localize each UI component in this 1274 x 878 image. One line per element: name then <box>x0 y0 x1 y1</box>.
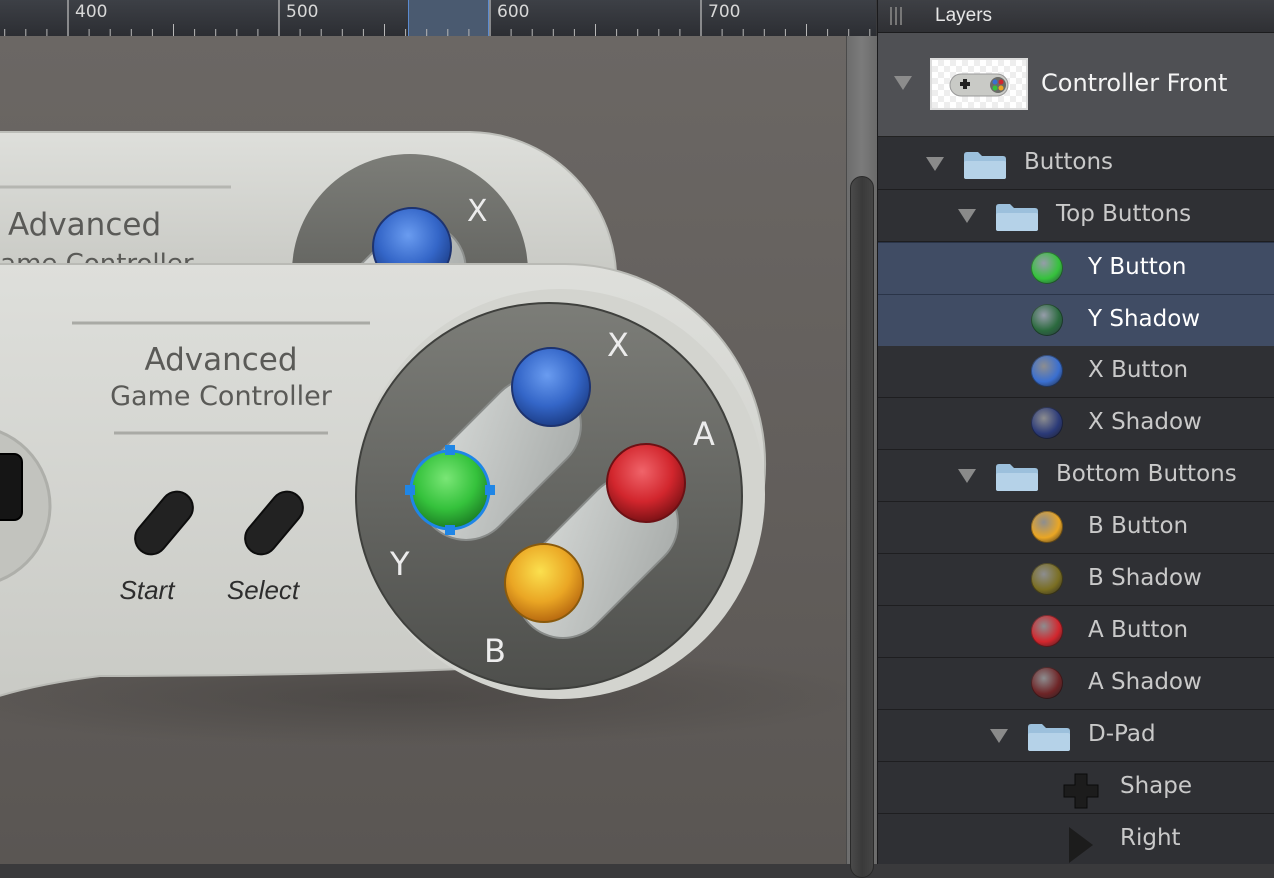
folder-icon <box>994 462 1040 492</box>
layers-panel-header: Layers <box>878 0 1274 33</box>
layer-row[interactable]: Shape <box>878 762 1274 814</box>
triangle-shape-icon <box>1063 823 1103 863</box>
ruler-label: 500 <box>286 2 319 22</box>
color-dot-icon <box>1031 511 1063 543</box>
layer-name: Right <box>1120 825 1181 851</box>
controller-artwork: Advanced Game Controller X Advanced Game… <box>0 131 846 746</box>
layer-row[interactable]: X Button <box>878 346 1274 398</box>
layer-row[interactable]: Top Buttons <box>878 190 1274 242</box>
color-dot-icon <box>1031 407 1063 439</box>
layer-row[interactable]: Buttons <box>878 138 1274 190</box>
layer-name: Bottom Buttons <box>1056 461 1237 487</box>
horizontal-ruler[interactable]: 400 500 600 700 <box>0 0 876 37</box>
layer-row[interactable]: B Shadow <box>878 554 1274 606</box>
ruler-label: 700 <box>708 2 741 22</box>
layer-name: B Shadow <box>1088 565 1202 591</box>
color-dot-icon <box>1031 615 1063 647</box>
layer-name-root: Controller Front <box>1041 69 1228 97</box>
design-canvas[interactable]: Advanced Game Controller X Advanced Game… <box>0 36 846 864</box>
controller-title-line1: Advanced <box>144 342 297 378</box>
folder-icon <box>994 202 1040 232</box>
b-button[interactable] <box>504 543 584 623</box>
layer-name: D-Pad <box>1088 721 1156 747</box>
layer-name: Shape <box>1120 773 1193 799</box>
layer-row[interactable]: Right <box>878 814 1274 864</box>
y-button[interactable] <box>409 449 491 531</box>
layer-row-root[interactable]: Controller Front <box>878 33 1274 137</box>
folder-icon <box>1026 722 1072 752</box>
a-button[interactable] <box>606 443 686 523</box>
layer-name: X Button <box>1088 357 1189 383</box>
ruler-label: 400 <box>75 2 108 22</box>
layer-row[interactable]: D-Pad <box>878 710 1274 762</box>
folder-icon <box>962 150 1008 180</box>
layer-name: B Button <box>1088 513 1189 539</box>
ruler-ticks <box>4 0 871 36</box>
letter-y: Y <box>389 545 410 583</box>
layer-name: Buttons <box>1024 149 1114 175</box>
letter-b: B <box>484 632 506 670</box>
layers-panel: Layers Controller Front Buttons Top Butto… <box>877 0 1274 864</box>
letter-x: X <box>607 326 629 364</box>
x-button[interactable] <box>511 347 591 427</box>
layer-name: Top Buttons <box>1056 201 1192 227</box>
disclosure-triangle-icon[interactable] <box>958 469 976 483</box>
ruler-label: 600 <box>497 2 530 22</box>
layer-thumbnail <box>930 58 1028 110</box>
canvas-vertical-scrollbar[interactable] <box>846 36 877 878</box>
layer-name: X Shadow <box>1088 409 1202 435</box>
disclosure-triangle-icon[interactable] <box>990 729 1008 743</box>
cross-shape-icon <box>1061 771 1101 811</box>
color-dot-icon <box>1031 355 1063 387</box>
panel-grip-icon[interactable] <box>890 7 904 25</box>
color-dot-icon <box>1031 563 1063 595</box>
layer-row[interactable]: X Shadow <box>878 398 1274 450</box>
layer-name: A Button <box>1088 617 1189 643</box>
layer-row[interactable]: Bottom Buttons <box>878 450 1274 502</box>
layer-name: A Shadow <box>1088 669 1202 695</box>
layer-row[interactable]: Y Shadow <box>878 294 1274 347</box>
select-label: Select <box>227 575 301 605</box>
disclosure-triangle-icon[interactable] <box>958 209 976 223</box>
controller-title-line2: Game Controller <box>110 381 333 412</box>
color-dot-icon <box>1031 304 1063 336</box>
layer-row[interactable]: A Shadow <box>878 658 1274 710</box>
back-title-line1: Advanced <box>8 207 161 243</box>
layer-name: Y Shadow <box>1088 306 1201 332</box>
disclosure-triangle-icon[interactable] <box>894 76 912 90</box>
layer-row[interactable]: Y Button <box>878 242 1274 295</box>
layers-panel-title: Layers <box>935 5 993 26</box>
color-dot-icon <box>1031 252 1063 284</box>
back-letter-x: X <box>467 194 488 229</box>
layer-row[interactable]: B Button <box>878 502 1274 554</box>
layer-row[interactable]: A Button <box>878 606 1274 658</box>
color-dot-icon <box>1031 667 1063 699</box>
layer-name: Y Button <box>1088 254 1187 280</box>
start-label: Start <box>120 575 177 605</box>
scrollbar-thumb[interactable] <box>850 176 874 878</box>
letter-a: A <box>693 415 715 453</box>
disclosure-triangle-icon[interactable] <box>926 157 944 171</box>
